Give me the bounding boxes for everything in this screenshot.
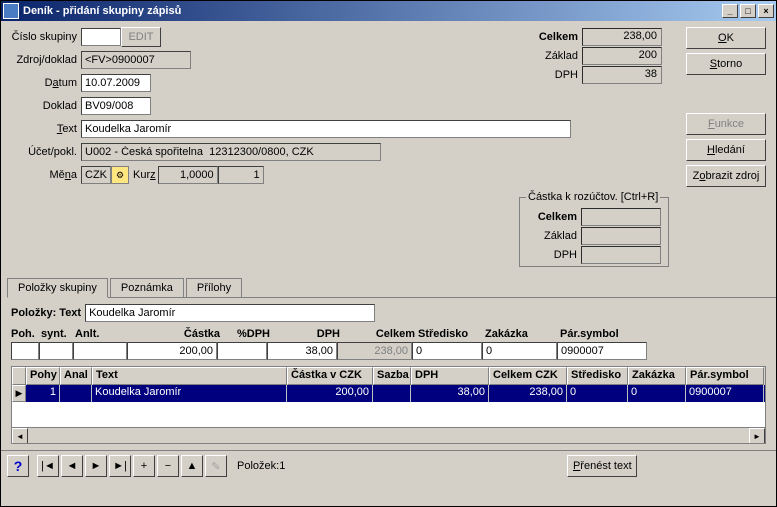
nav-remove-button[interactable]: −: [157, 455, 179, 477]
tab-poznamka[interactable]: Poznámka: [110, 278, 184, 297]
nav-bar: ? |◄ ◄ ► ►| + − ▲ ✎ Položek:1 Přenést te…: [1, 450, 776, 481]
minimize-button[interactable]: _: [722, 4, 738, 18]
pctdph-input[interactable]: [217, 342, 267, 360]
celkem-input: [337, 342, 412, 360]
rozuct-dph-value: [581, 246, 661, 264]
datum-input[interactable]: [81, 74, 151, 92]
zakazka-input[interactable]: [482, 342, 557, 360]
datum-label: Datum: [11, 77, 81, 89]
close-button[interactable]: ×: [758, 4, 774, 18]
hledani-button[interactable]: Hledání: [686, 139, 766, 161]
funkce-button[interactable]: Funkce: [686, 113, 766, 135]
parsymbol-input[interactable]: [557, 342, 647, 360]
nav-add-button[interactable]: +: [133, 455, 155, 477]
dph-input[interactable]: [267, 342, 337, 360]
rozuct-legend: Částka k rozúčtov. [Ctrl+R]: [526, 191, 660, 203]
help-button[interactable]: ?: [7, 455, 29, 477]
nav-up-button[interactable]: ▲: [181, 455, 203, 477]
castka-input[interactable]: [127, 342, 217, 360]
kurz-input2: [218, 166, 264, 184]
celkem-label: Celkem: [527, 31, 582, 43]
storno-button[interactable]: Storno: [686, 53, 766, 75]
doklad-label: Doklad: [11, 100, 81, 112]
ucet-label: Účet/pokl.: [11, 146, 81, 158]
window-title: Deník - přidání skupiny zápisů: [23, 5, 722, 17]
rozuct-zaklad-value: [581, 227, 661, 245]
totals-box: Celkem 238,00 Základ 200 DPH 38: [527, 27, 663, 84]
nav-next-button[interactable]: ►: [85, 455, 107, 477]
kurz-label: Kurz: [129, 169, 158, 181]
column-headers: Poh. synt. Anlt. Částka %DPH DPH Celkem …: [11, 328, 766, 340]
grid-row[interactable]: ▶ 1 Koudelka Jaromír 200,00 38,00 238,00…: [12, 385, 765, 402]
stredisko-input[interactable]: [412, 342, 482, 360]
dph-value: 38: [582, 66, 662, 84]
scroll-left-icon[interactable]: ◄: [12, 428, 28, 444]
kurz-input1: [158, 166, 218, 184]
text-label: Text: [11, 123, 81, 135]
entry-inputs: [11, 342, 766, 360]
rozuct-dph-label: DPH: [526, 249, 581, 261]
horizontal-scrollbar[interactable]: ◄ ►: [12, 427, 765, 443]
cislo-skupiny-input[interactable]: [81, 28, 121, 46]
cislo-skupiny-label: Číslo skupiny: [11, 31, 81, 43]
titlebar: Deník - přidání skupiny zápisů _ □ ×: [1, 1, 776, 21]
rozuct-celkem-label: Celkem: [526, 211, 581, 223]
grid[interactable]: Pohy Anal Text Částka v CZK Sazba DPH Ce…: [11, 366, 766, 444]
zaklad-value: 200: [582, 47, 662, 65]
zdroj-input: [81, 51, 191, 69]
celkem-value: 238,00: [582, 28, 662, 46]
ok-button[interactable]: OK: [686, 27, 766, 49]
nav-edit-button[interactable]: ✎: [205, 455, 227, 477]
polozky-text-input[interactable]: [85, 304, 375, 322]
ucet-input: [81, 143, 381, 161]
zaklad-label: Základ: [527, 50, 582, 62]
rozuct-celkem-value: [581, 208, 661, 226]
nav-prev-button[interactable]: ◄: [61, 455, 83, 477]
row-indicator-icon: ▶: [12, 385, 26, 402]
polozky-panel: Položky: Text Poh. synt. Anlt. Částka %D…: [1, 298, 776, 450]
polozek-count: Položek:1: [237, 460, 285, 472]
maximize-button[interactable]: □: [740, 4, 756, 18]
grid-header: Pohy Anal Text Částka v CZK Sazba DPH Ce…: [12, 367, 765, 385]
text-input[interactable]: [81, 120, 571, 138]
scroll-right-icon[interactable]: ►: [749, 428, 765, 444]
mena-input: [81, 166, 111, 184]
polozky-text-label: Položky: Text: [11, 307, 81, 319]
rozuct-fieldset: Částka k rozúčtov. [Ctrl+R] Celkem Zákla…: [519, 191, 669, 267]
tab-bar: Položky skupiny Poznámka Přílohy: [7, 278, 776, 298]
tab-polozky[interactable]: Položky skupiny: [7, 278, 108, 298]
currency-icon[interactable]: ⚙: [111, 166, 129, 184]
zobrazit-button[interactable]: Zobrazit zdroj: [686, 165, 766, 187]
app-icon: [3, 3, 19, 19]
nav-last-button[interactable]: ►|: [109, 455, 131, 477]
doklad-input[interactable]: [81, 97, 151, 115]
dph-label: DPH: [527, 69, 582, 81]
anlt-input[interactable]: [73, 342, 127, 360]
poh-input[interactable]: [11, 342, 39, 360]
nav-first-button[interactable]: |◄: [37, 455, 59, 477]
prenest-button[interactable]: Přenést text: [567, 455, 637, 477]
rozuct-zaklad-label: Základ: [526, 230, 581, 242]
mena-label: Měna: [11, 169, 81, 181]
zdroj-label: Zdroj/doklad: [11, 54, 81, 66]
tab-prilohy[interactable]: Přílohy: [186, 278, 242, 297]
edit-button[interactable]: EDIT: [121, 27, 161, 47]
synt-input[interactable]: [39, 342, 73, 360]
main-form: Číslo skupiny EDIT Zdroj/doklad Datum Do…: [1, 21, 776, 274]
